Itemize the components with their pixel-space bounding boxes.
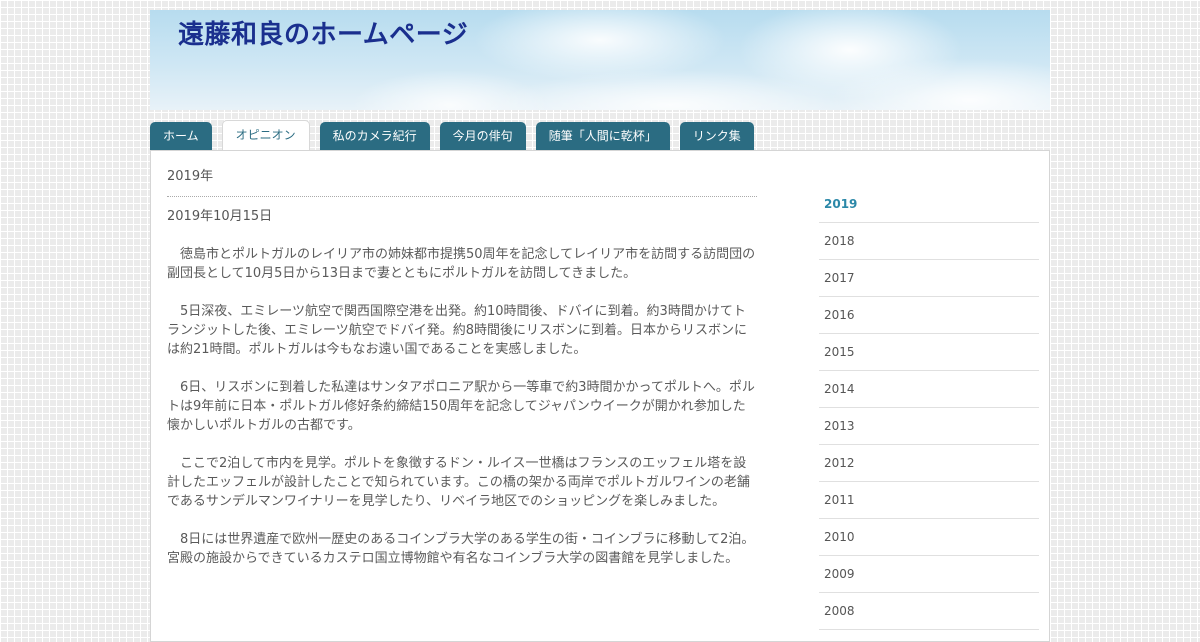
- main-nav: ホーム オピニオン 私のカメラ紀行 今月の俳句 随筆「人間に乾杯」 リンク集: [150, 120, 754, 151]
- article: 2019年 2019年10月15日 徳島市とポルトガルのレイリア市の姉妹都市提携…: [167, 167, 757, 568]
- year-link-2008[interactable]: 2008: [819, 593, 1039, 630]
- year-link-2013[interactable]: 2013: [819, 408, 1039, 445]
- tab-essay[interactable]: 随筆「人間に乾杯」: [535, 122, 670, 150]
- year-link-2018[interactable]: 2018: [819, 223, 1039, 260]
- article-paragraph: ここで2泊して市内を見学。ポルトを象徴するドン・ルイス一世橋はフランスのエッフェ…: [167, 456, 750, 509]
- post-date: 2019年10月15日: [167, 209, 273, 224]
- year-link-2011[interactable]: 2011: [819, 482, 1039, 519]
- tab-camera-travel[interactable]: 私のカメラ紀行: [319, 122, 430, 150]
- article-paragraph: 8日には世界遺産で欧州一歴史のあるコインブラ大学のある学生の街・コインブラに移動…: [167, 532, 755, 566]
- site-title[interactable]: 遠藤和良のホームページ: [178, 14, 468, 51]
- article-paragraph: 徳島市とポルトガルのレイリア市の姉妹都市提携50周年を記念してレイリア市を訪問す…: [167, 247, 756, 281]
- article-paragraph: 5日深夜、エミレーツ航空で関西国際空港を出発。約10時間後、ドバイに到着。約3時…: [167, 304, 748, 357]
- tab-links[interactable]: リンク集: [679, 122, 754, 150]
- year-link-2016[interactable]: 2016: [819, 297, 1039, 334]
- tab-monthly-haiku[interactable]: 今月の俳句: [439, 122, 526, 150]
- year-archive-sidebar: 2019 2018 2017 2016 2015 2014 2013 2012 …: [819, 186, 1039, 630]
- year-heading: 2019年: [167, 167, 757, 197]
- tab-opinion[interactable]: オピニオン: [221, 120, 310, 151]
- year-link-2009[interactable]: 2009: [819, 556, 1039, 593]
- year-link-2017[interactable]: 2017: [819, 260, 1039, 297]
- year-link-2019[interactable]: 2019: [819, 186, 1039, 223]
- tab-home[interactable]: ホーム: [150, 122, 212, 150]
- article-paragraph: 6日、リスボンに到着した私達はサンタアポロニア駅から一等車で約3時間かかってポル…: [167, 380, 755, 433]
- year-link-2012[interactable]: 2012: [819, 445, 1039, 482]
- year-link-2010[interactable]: 2010: [819, 519, 1039, 556]
- site-header: 遠藤和良のホームページ: [150, 10, 1050, 110]
- year-link-2014[interactable]: 2014: [819, 371, 1039, 408]
- year-link-2015[interactable]: 2015: [819, 334, 1039, 371]
- content-panel: 2019年 2019年10月15日 徳島市とポルトガルのレイリア市の姉妹都市提携…: [150, 150, 1050, 642]
